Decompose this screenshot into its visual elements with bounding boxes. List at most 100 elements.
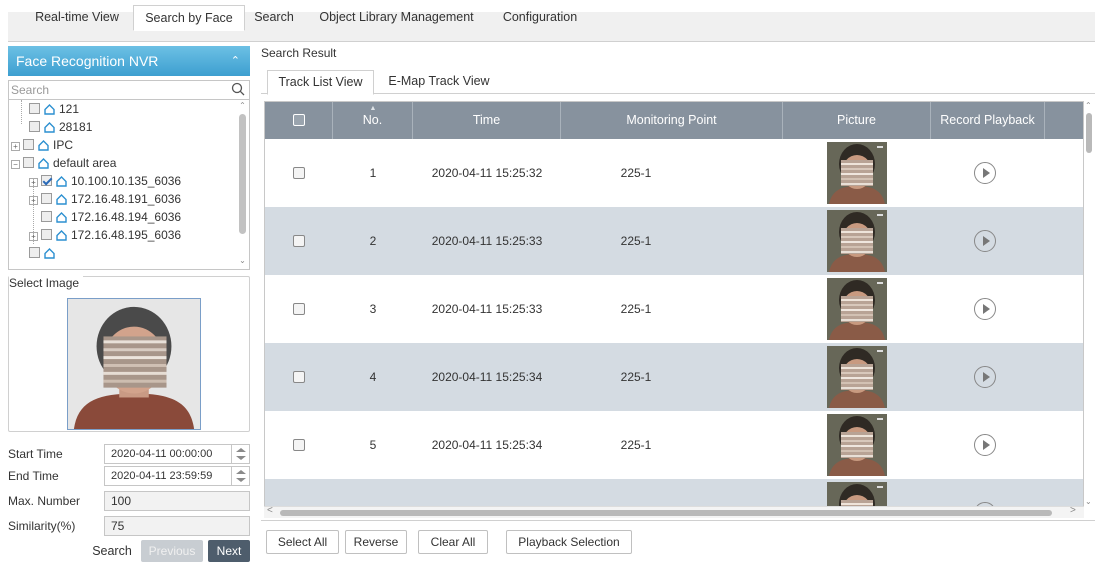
row-checkbox-cell[interactable] bbox=[265, 411, 333, 479]
play-icon[interactable] bbox=[974, 298, 996, 320]
tree-item[interactable]: − default area bbox=[11, 154, 116, 172]
end-time-input[interactable]: 2020-04-11 23:59:59 bbox=[104, 466, 250, 486]
tree-item[interactable]: +172.16.48.191_6036 bbox=[29, 190, 181, 208]
previous-button[interactable]: Previous bbox=[141, 540, 203, 562]
checkbox[interactable] bbox=[293, 303, 305, 315]
tab-e-map-track-view[interactable]: E-Map Track View bbox=[380, 70, 498, 94]
face-thumbnail[interactable] bbox=[827, 278, 887, 340]
search-button[interactable]: Search bbox=[86, 541, 138, 563]
table-horizontal-scrollbar[interactable]: < > bbox=[264, 505, 1084, 518]
checkbox[interactable] bbox=[293, 439, 305, 451]
table-row[interactable]: 4 2020-04-11 15:25:34 225-1 bbox=[265, 343, 1083, 411]
row-time: 2020-04-11 15:25:34 bbox=[431, 370, 543, 384]
selected-face-image[interactable] bbox=[67, 298, 201, 430]
table-vertical-scrollbar[interactable]: ⌃ ⌄ bbox=[1084, 101, 1095, 511]
header-picture[interactable]: Picture bbox=[783, 102, 931, 139]
checkbox[interactable] bbox=[23, 157, 34, 168]
tab-object-library-management[interactable]: Object Library Management bbox=[309, 5, 484, 30]
expand-icon[interactable]: + bbox=[29, 178, 38, 187]
search-icon[interactable] bbox=[231, 82, 245, 96]
chevron-up-icon[interactable]: ⌃ bbox=[1085, 101, 1092, 110]
checkbox[interactable] bbox=[293, 167, 305, 179]
checkbox[interactable] bbox=[41, 193, 52, 204]
tab-search-by-face[interactable]: Search by Face bbox=[133, 5, 245, 31]
tree-item[interactable] bbox=[29, 244, 59, 262]
chevron-up-icon[interactable]: ⌃ bbox=[231, 46, 240, 76]
checkbox[interactable] bbox=[29, 247, 40, 258]
scrollbar-thumb[interactable] bbox=[1086, 113, 1092, 153]
checkbox[interactable] bbox=[292, 114, 305, 126]
similarity-input[interactable]: 75 bbox=[104, 516, 250, 536]
expand-icon[interactable]: + bbox=[29, 196, 38, 205]
row-number: 2 bbox=[369, 234, 377, 248]
row-checkbox-cell[interactable] bbox=[265, 343, 333, 411]
tree-item-label: default area bbox=[53, 156, 117, 170]
playback-selection-button[interactable]: Playback Selection bbox=[506, 530, 632, 554]
select-all-button[interactable]: Select All bbox=[266, 530, 339, 554]
chevron-left-icon[interactable]: < bbox=[267, 505, 273, 516]
spin-icon[interactable] bbox=[231, 467, 249, 485]
checkbox[interactable] bbox=[23, 139, 34, 150]
spin-icon[interactable] bbox=[231, 445, 249, 463]
chevron-right-icon[interactable]: > bbox=[1070, 505, 1076, 516]
table-row[interactable]: 5 2020-04-11 15:25:34 225-1 bbox=[265, 411, 1083, 479]
face-thumbnail[interactable] bbox=[827, 346, 887, 408]
table-row[interactable]: 1 2020-04-11 15:25:32 225-1 bbox=[265, 139, 1083, 207]
tree-item[interactable]: +172.16.48.195_6036 bbox=[29, 226, 181, 244]
header-no[interactable]: ▲ No. bbox=[333, 102, 413, 139]
checkbox[interactable] bbox=[293, 371, 305, 383]
tree-item[interactable]: 121 bbox=[29, 100, 79, 118]
checkbox[interactable] bbox=[29, 121, 40, 132]
checkbox[interactable] bbox=[41, 211, 52, 222]
expand-icon[interactable]: + bbox=[29, 232, 38, 241]
clear-all-button[interactable]: Clear All bbox=[418, 530, 488, 554]
row-checkbox-cell[interactable] bbox=[265, 275, 333, 343]
checkbox[interactable] bbox=[293, 235, 305, 247]
tab-track-list-view[interactable]: Track List View bbox=[267, 70, 374, 95]
tree-item[interactable]: +10.100.10.135_6036 bbox=[29, 172, 181, 190]
face-thumbnail[interactable] bbox=[827, 414, 887, 476]
header-monitoring-point[interactable]: Monitoring Point bbox=[561, 102, 783, 139]
checkbox[interactable] bbox=[29, 103, 40, 114]
table-row[interactable]: 3 2020-04-11 15:25:33 225-1 bbox=[265, 275, 1083, 343]
tree-scrollbar[interactable]: ⌃ ⌄ bbox=[238, 101, 247, 265]
scrollbar-thumb[interactable] bbox=[239, 114, 246, 234]
checkbox-checked[interactable] bbox=[41, 175, 52, 186]
tab-configuration[interactable]: Configuration bbox=[490, 5, 590, 30]
tree-item[interactable]: 28181 bbox=[29, 118, 92, 136]
chevron-down-icon[interactable]: ⌄ bbox=[238, 256, 247, 265]
select-image-label: Select Image bbox=[9, 276, 84, 290]
chevron-down-icon[interactable]: ⌄ bbox=[1085, 497, 1092, 506]
play-icon[interactable] bbox=[974, 230, 996, 252]
row-checkbox-cell[interactable] bbox=[265, 139, 333, 207]
chevron-up-icon[interactable]: ⌃ bbox=[238, 101, 247, 110]
face-thumbnail[interactable] bbox=[827, 142, 887, 204]
header-time[interactable]: Time bbox=[413, 102, 561, 139]
collapse-icon[interactable]: − bbox=[11, 160, 20, 169]
row-monitoring-point: 225-1 bbox=[620, 166, 652, 180]
checkbox[interactable] bbox=[41, 229, 52, 240]
tree-item[interactable]: 172.16.48.194_6036 bbox=[41, 208, 181, 226]
start-time-input[interactable]: 2020-04-11 00:00:00 bbox=[104, 444, 250, 464]
device-search-input[interactable]: Search bbox=[8, 80, 250, 100]
row-monitoring-point: 225-1 bbox=[620, 302, 652, 316]
row-checkbox-cell[interactable] bbox=[265, 207, 333, 275]
next-button[interactable]: Next bbox=[208, 540, 250, 562]
reverse-button[interactable]: Reverse bbox=[345, 530, 407, 554]
header-record-playback[interactable]: Record Playback bbox=[931, 102, 1045, 139]
face-thumbnail[interactable] bbox=[827, 210, 887, 272]
scrollbar-thumb[interactable] bbox=[280, 510, 1052, 516]
header-select-all[interactable] bbox=[265, 102, 333, 139]
play-icon[interactable] bbox=[974, 366, 996, 388]
tab-search[interactable]: Search bbox=[249, 5, 299, 30]
expand-icon[interactable]: + bbox=[11, 142, 20, 151]
header-label: Time bbox=[472, 113, 501, 127]
row-time: 2020-04-11 15:25:34 bbox=[431, 438, 543, 452]
play-icon[interactable] bbox=[974, 434, 996, 456]
tree-item[interactable]: + IPC bbox=[11, 136, 73, 154]
device-panel-header[interactable]: Face Recognition NVR ⌃ bbox=[8, 46, 250, 76]
table-row[interactable]: 2 2020-04-11 15:25:33 225-1 bbox=[265, 207, 1083, 275]
tab-real-time-view[interactable]: Real-time View bbox=[24, 5, 130, 30]
play-icon[interactable] bbox=[974, 162, 996, 184]
max-number-input[interactable]: 100 bbox=[104, 491, 250, 511]
